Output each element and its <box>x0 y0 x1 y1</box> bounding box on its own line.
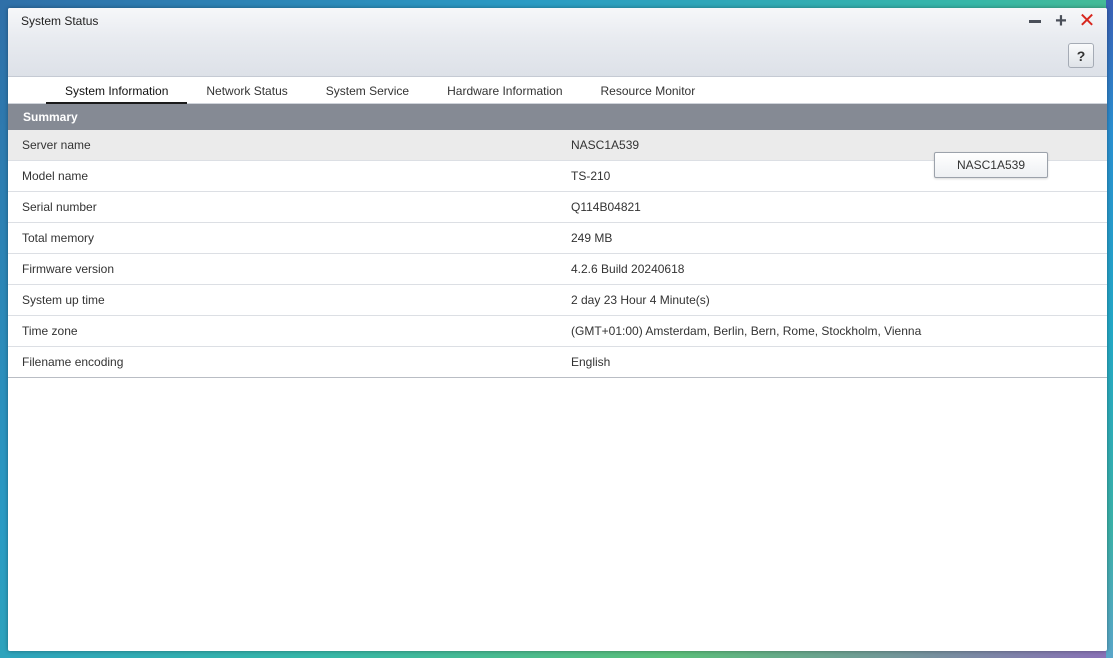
row-label: Serial number <box>8 191 571 223</box>
row-value: 2 day 23 Hour 4 Minute(s) <box>571 284 1107 316</box>
table-row: System up time 2 day 23 Hour 4 Minute(s) <box>8 284 1107 316</box>
row-value: 4.2.6 Build 20240618 <box>571 253 1107 285</box>
row-value: 249 MB <box>571 222 1107 254</box>
desktop-background <box>1106 0 1113 658</box>
row-label: Server name <box>8 130 571 161</box>
row-value: English <box>571 346 1107 378</box>
tab-network-status[interactable]: Network Status <box>187 77 306 103</box>
table-row: Filename encoding English <box>8 346 1107 378</box>
tab-hardware-information[interactable]: Hardware Information <box>428 77 581 103</box>
table-row: Total memory 249 MB <box>8 222 1107 254</box>
row-value: Q114B04821 <box>571 191 1107 223</box>
row-label: Time zone <box>8 315 571 347</box>
row-label: Model name <box>8 160 571 192</box>
system-status-window: System Status + ✕ ? System Information N… <box>8 8 1107 651</box>
row-value: (GMT+01:00) Amsterdam, Berlin, Bern, Rom… <box>571 315 1107 347</box>
maximize-icon[interactable]: + <box>1053 11 1069 31</box>
row-label: Filename encoding <box>8 346 571 378</box>
row-label: Firmware version <box>8 253 571 285</box>
close-icon[interactable]: ✕ <box>1079 11 1096 31</box>
tab-system-service[interactable]: System Service <box>307 77 428 103</box>
minimize-icon[interactable] <box>1027 13 1043 29</box>
help-button[interactable]: ? <box>1068 43 1094 68</box>
table-row: Serial number Q114B04821 <box>8 191 1107 223</box>
row-label: System up time <box>8 284 571 316</box>
window-controls: + ✕ <box>1027 11 1096 31</box>
server-name-tooltip: NASC1A539 <box>934 152 1048 178</box>
tab-bar: System Information Network Status System… <box>8 77 1107 104</box>
tab-resource-monitor[interactable]: Resource Monitor <box>582 77 715 103</box>
table-row: Time zone (GMT+01:00) Amsterdam, Berlin,… <box>8 315 1107 347</box>
row-label: Total memory <box>8 222 571 254</box>
summary-header: Summary <box>8 104 1107 130</box>
title-bar: System Status + ✕ ? <box>8 8 1107 77</box>
tab-system-information[interactable]: System Information <box>46 77 188 104</box>
table-row: Firmware version 4.2.6 Build 20240618 <box>8 253 1107 285</box>
window-title: System Status <box>21 14 99 28</box>
